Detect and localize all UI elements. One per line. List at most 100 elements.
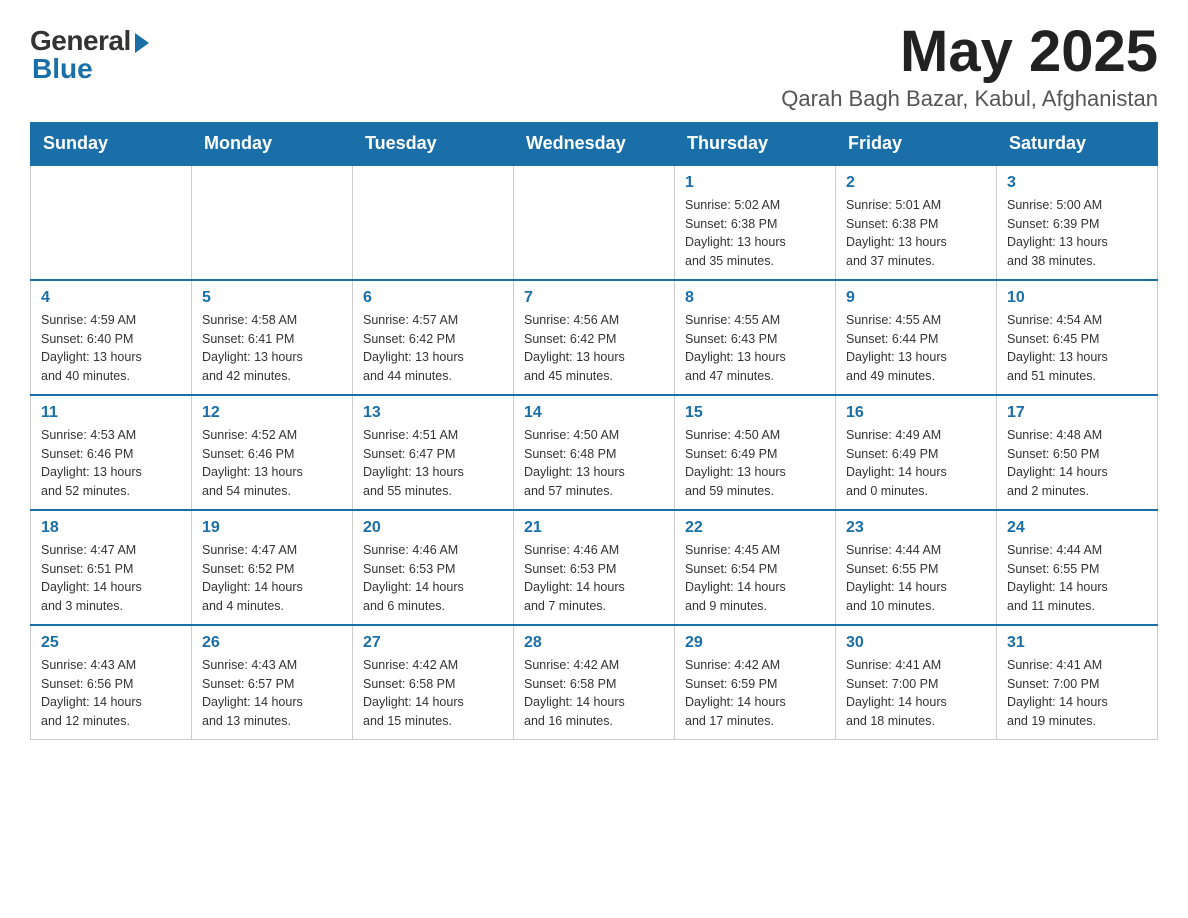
day-number: 22 <box>685 519 825 537</box>
calendar-cell: 4 Sunrise: 4:59 AM Sunset: 6:40 PM Daylig… <box>31 280 192 395</box>
day-info: Sunrise: 4:51 AM Sunset: 6:47 PM Dayligh… <box>363 426 503 501</box>
day-number: 11 <box>41 404 181 422</box>
page-header: General Blue May 2025 Qarah Bagh Bazar, … <box>30 20 1158 112</box>
column-header-friday: Friday <box>836 122 997 165</box>
calendar-cell <box>192 165 353 280</box>
calendar-cell <box>353 165 514 280</box>
calendar-cell: 25 Sunrise: 4:43 AM Sunset: 6:56 PM Dayli… <box>31 625 192 740</box>
calendar-cell: 9 Sunrise: 4:55 AM Sunset: 6:44 PM Daylig… <box>836 280 997 395</box>
day-info: Sunrise: 5:01 AM Sunset: 6:38 PM Dayligh… <box>846 196 986 271</box>
calendar-week-3: 11 Sunrise: 4:53 AM Sunset: 6:46 PM Dayli… <box>31 395 1158 510</box>
day-number: 29 <box>685 634 825 652</box>
day-number: 3 <box>1007 174 1147 192</box>
day-info: Sunrise: 4:43 AM Sunset: 6:57 PM Dayligh… <box>202 656 342 731</box>
day-number: 20 <box>363 519 503 537</box>
calendar-cell: 20 Sunrise: 4:46 AM Sunset: 6:53 PM Dayli… <box>353 510 514 625</box>
day-info: Sunrise: 4:46 AM Sunset: 6:53 PM Dayligh… <box>524 541 664 616</box>
day-number: 24 <box>1007 519 1147 537</box>
day-number: 26 <box>202 634 342 652</box>
calendar-cell: 6 Sunrise: 4:57 AM Sunset: 6:42 PM Daylig… <box>353 280 514 395</box>
day-info: Sunrise: 5:02 AM Sunset: 6:38 PM Dayligh… <box>685 196 825 271</box>
calendar-week-2: 4 Sunrise: 4:59 AM Sunset: 6:40 PM Daylig… <box>31 280 1158 395</box>
day-number: 14 <box>524 404 664 422</box>
day-info: Sunrise: 4:55 AM Sunset: 6:43 PM Dayligh… <box>685 311 825 386</box>
day-info: Sunrise: 5:00 AM Sunset: 6:39 PM Dayligh… <box>1007 196 1147 271</box>
day-info: Sunrise: 4:59 AM Sunset: 6:40 PM Dayligh… <box>41 311 181 386</box>
calendar-cell: 14Sunrise: 4:50 AM Sunset: 6:48 PM Dayli… <box>514 395 675 510</box>
calendar-cell: 26 Sunrise: 4:43 AM Sunset: 6:57 PM Dayli… <box>192 625 353 740</box>
day-number: 25 <box>41 634 181 652</box>
calendar-cell: 13 Sunrise: 4:51 AM Sunset: 6:47 PM Dayli… <box>353 395 514 510</box>
logo-arrow-icon <box>135 33 149 53</box>
column-header-saturday: Saturday <box>997 122 1158 165</box>
column-header-sunday: Sunday <box>31 122 192 165</box>
day-info: Sunrise: 4:43 AM Sunset: 6:56 PM Dayligh… <box>41 656 181 731</box>
day-number: 4 <box>41 289 181 307</box>
day-info: Sunrise: 4:46 AM Sunset: 6:53 PM Dayligh… <box>363 541 503 616</box>
month-title: May 2025 <box>781 20 1158 84</box>
day-number: 8 <box>685 289 825 307</box>
calendar-cell: 21 Sunrise: 4:46 AM Sunset: 6:53 PM Dayli… <box>514 510 675 625</box>
day-info: Sunrise: 4:44 AM Sunset: 6:55 PM Dayligh… <box>846 541 986 616</box>
day-number: 9 <box>846 289 986 307</box>
day-info: Sunrise: 4:50 AM Sunset: 6:49 PM Dayligh… <box>685 426 825 501</box>
title-block: May 2025 Qarah Bagh Bazar, Kabul, Afghan… <box>781 20 1158 112</box>
calendar-cell: 24 Sunrise: 4:44 AM Sunset: 6:55 PM Dayli… <box>997 510 1158 625</box>
day-info: Sunrise: 4:58 AM Sunset: 6:41 PM Dayligh… <box>202 311 342 386</box>
calendar-week-4: 18Sunrise: 4:47 AM Sunset: 6:51 PM Dayli… <box>31 510 1158 625</box>
calendar-cell: 23 Sunrise: 4:44 AM Sunset: 6:55 PM Dayli… <box>836 510 997 625</box>
day-number: 21 <box>524 519 664 537</box>
calendar-cell: 1 Sunrise: 5:02 AM Sunset: 6:38 PM Daylig… <box>675 165 836 280</box>
calendar-cell: 18Sunrise: 4:47 AM Sunset: 6:51 PM Dayli… <box>31 510 192 625</box>
calendar-cell: 2 Sunrise: 5:01 AM Sunset: 6:38 PM Daylig… <box>836 165 997 280</box>
day-info: Sunrise: 4:47 AM Sunset: 6:52 PM Dayligh… <box>202 541 342 616</box>
day-info: Sunrise: 4:44 AM Sunset: 6:55 PM Dayligh… <box>1007 541 1147 616</box>
calendar-week-1: 1 Sunrise: 5:02 AM Sunset: 6:38 PM Daylig… <box>31 165 1158 280</box>
location-title: Qarah Bagh Bazar, Kabul, Afghanistan <box>781 86 1158 112</box>
calendar-cell: 28Sunrise: 4:42 AM Sunset: 6:58 PM Dayli… <box>514 625 675 740</box>
calendar-week-5: 25 Sunrise: 4:43 AM Sunset: 6:56 PM Dayli… <box>31 625 1158 740</box>
day-number: 7 <box>524 289 664 307</box>
day-info: Sunrise: 4:54 AM Sunset: 6:45 PM Dayligh… <box>1007 311 1147 386</box>
day-number: 18 <box>41 519 181 537</box>
column-header-tuesday: Tuesday <box>353 122 514 165</box>
day-number: 13 <box>363 404 503 422</box>
calendar-cell: 8 Sunrise: 4:55 AM Sunset: 6:43 PM Daylig… <box>675 280 836 395</box>
day-info: Sunrise: 4:55 AM Sunset: 6:44 PM Dayligh… <box>846 311 986 386</box>
calendar-cell: 29 Sunrise: 4:42 AM Sunset: 6:59 PM Dayli… <box>675 625 836 740</box>
calendar-cell: 11 Sunrise: 4:53 AM Sunset: 6:46 PM Dayli… <box>31 395 192 510</box>
calendar-cell: 12Sunrise: 4:52 AM Sunset: 6:46 PM Dayli… <box>192 395 353 510</box>
calendar-cell: 10 Sunrise: 4:54 AM Sunset: 6:45 PM Dayli… <box>997 280 1158 395</box>
day-info: Sunrise: 4:41 AM Sunset: 7:00 PM Dayligh… <box>846 656 986 731</box>
day-number: 2 <box>846 174 986 192</box>
column-header-wednesday: Wednesday <box>514 122 675 165</box>
calendar-cell: 19Sunrise: 4:47 AM Sunset: 6:52 PM Dayli… <box>192 510 353 625</box>
calendar-cell: 17Sunrise: 4:48 AM Sunset: 6:50 PM Dayli… <box>997 395 1158 510</box>
day-info: Sunrise: 4:42 AM Sunset: 6:58 PM Dayligh… <box>363 656 503 731</box>
day-info: Sunrise: 4:42 AM Sunset: 6:58 PM Dayligh… <box>524 656 664 731</box>
day-number: 17 <box>1007 404 1147 422</box>
day-info: Sunrise: 4:42 AM Sunset: 6:59 PM Dayligh… <box>685 656 825 731</box>
day-number: 15 <box>685 404 825 422</box>
calendar-cell: 16Sunrise: 4:49 AM Sunset: 6:49 PM Dayli… <box>836 395 997 510</box>
day-number: 10 <box>1007 289 1147 307</box>
calendar-header-row: SundayMondayTuesdayWednesdayThursdayFrid… <box>31 122 1158 165</box>
day-info: Sunrise: 4:57 AM Sunset: 6:42 PM Dayligh… <box>363 311 503 386</box>
calendar-cell: 31Sunrise: 4:41 AM Sunset: 7:00 PM Dayli… <box>997 625 1158 740</box>
calendar-cell: 27 Sunrise: 4:42 AM Sunset: 6:58 PM Dayli… <box>353 625 514 740</box>
day-info: Sunrise: 4:52 AM Sunset: 6:46 PM Dayligh… <box>202 426 342 501</box>
column-header-monday: Monday <box>192 122 353 165</box>
logo-blue-text: Blue <box>32 53 93 85</box>
column-header-thursday: Thursday <box>675 122 836 165</box>
calendar-cell: 7 Sunrise: 4:56 AM Sunset: 6:42 PM Daylig… <box>514 280 675 395</box>
calendar-cell <box>31 165 192 280</box>
day-number: 30 <box>846 634 986 652</box>
day-number: 23 <box>846 519 986 537</box>
day-info: Sunrise: 4:56 AM Sunset: 6:42 PM Dayligh… <box>524 311 664 386</box>
day-number: 1 <box>685 174 825 192</box>
calendar-cell: 30 Sunrise: 4:41 AM Sunset: 7:00 PM Dayli… <box>836 625 997 740</box>
day-number: 27 <box>363 634 503 652</box>
calendar-cell: 15 Sunrise: 4:50 AM Sunset: 6:49 PM Dayli… <box>675 395 836 510</box>
day-number: 6 <box>363 289 503 307</box>
day-info: Sunrise: 4:53 AM Sunset: 6:46 PM Dayligh… <box>41 426 181 501</box>
